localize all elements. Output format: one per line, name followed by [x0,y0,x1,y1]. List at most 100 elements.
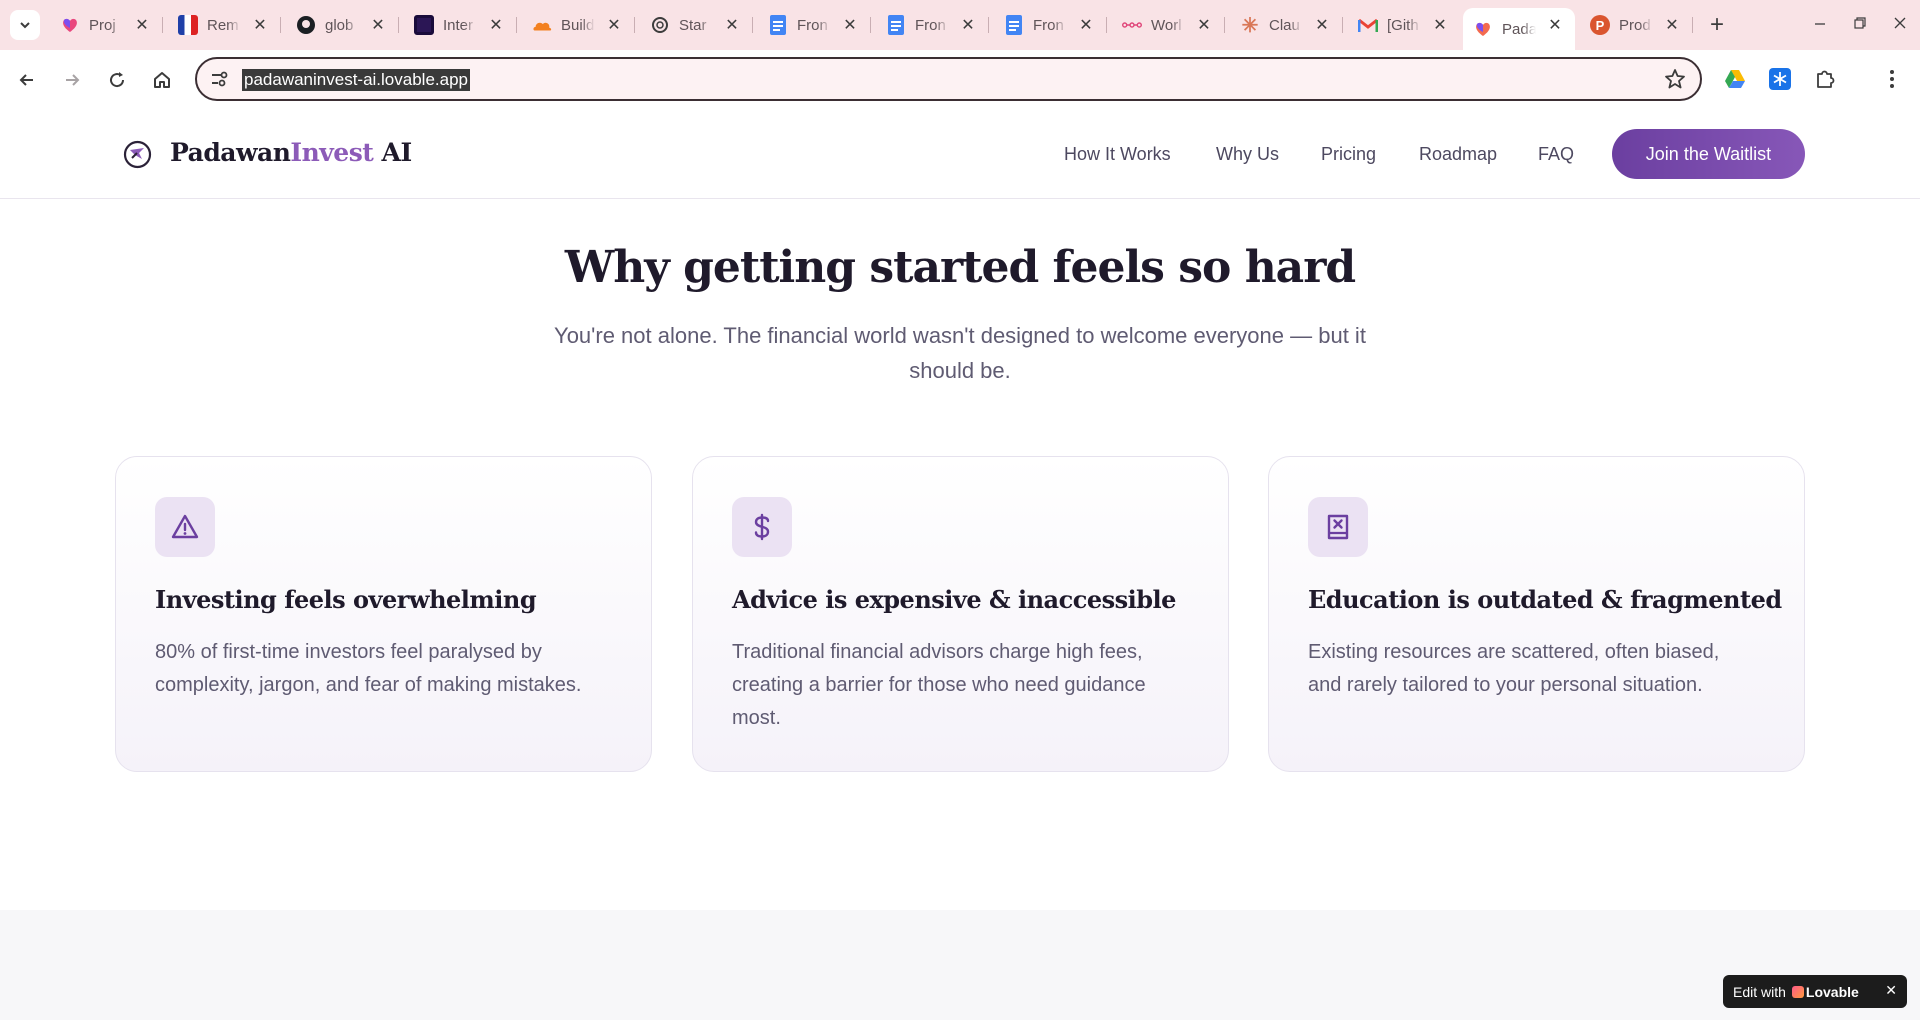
close-icon[interactable]: ✕ [1662,15,1682,35]
close-icon [1894,17,1906,29]
book-x-icon [1327,514,1349,540]
close-icon[interactable]: ✕ [1076,15,1096,35]
lovable-heart-icon [1473,19,1493,39]
browser-tab[interactable]: ✳ Clau ✕ [1230,8,1343,42]
restore-icon [1854,17,1866,29]
minimize-button[interactable] [1800,8,1840,38]
snowflake-extension[interactable] [1765,64,1795,94]
warning-triangle-icon [171,514,199,539]
tab-title: Fron [797,16,828,34]
close-window-button[interactable] [1880,8,1920,38]
lovable-heart-icon [60,15,80,35]
tab-title: Rem [207,16,239,34]
browser-tab[interactable]: Rem ✕ [168,8,281,42]
close-icon[interactable]: ✕ [1545,15,1565,35]
home-icon [154,72,170,88]
card-title: Investing feels overwhelming [155,585,537,614]
chevron-down-icon [20,22,30,29]
tab-search-button[interactable] [10,10,40,40]
tab-title: Prod [1619,16,1651,34]
join-waitlist-button[interactable]: Join the Waitlist [1612,129,1805,179]
close-icon[interactable]: ✕ [132,15,152,35]
problem-card: Advice is expensive & inaccessible Tradi… [692,456,1229,772]
snowflake-icon [1769,68,1791,90]
close-icon[interactable]: ✕ [1885,982,1897,999]
close-icon[interactable]: ✕ [604,15,624,35]
nav-how-it-works[interactable]: How It Works [1064,144,1171,165]
browser-tab[interactable]: Inter ✕ [404,8,517,42]
gmail-icon [1358,15,1378,35]
nav-pricing[interactable]: Pricing [1321,144,1376,165]
google-docs-icon [1004,15,1024,35]
edit-with-lovable-badge[interactable]: Edit with Lovable ✕ [1723,975,1907,1008]
card-text: Traditional financial advisors charge hi… [732,641,1146,729]
browser-tab[interactable]: Fron ✕ [758,8,871,42]
browser-tab[interactable]: Worl ✕ [1112,8,1225,42]
browser-tab[interactable]: Fron ✕ [876,8,989,42]
bookmark-star-icon[interactable] [1664,68,1686,90]
close-icon[interactable]: ✕ [1430,15,1450,35]
plus-icon: + [1709,11,1724,38]
minimize-icon [1815,23,1825,25]
browser-tab[interactable]: P Prod ✕ [1580,8,1693,42]
card-icon-badge [732,497,792,557]
tab-title: Proj [89,16,116,34]
brand-name[interactable]: PadawanInvest AI [170,138,412,167]
nav-faq[interactable]: FAQ [1538,144,1574,165]
address-bar[interactable]: padawaninvest-ai.lovable.app [195,57,1702,101]
workflow-icon [1122,15,1142,35]
browser-tab[interactable]: Star ✕ [640,8,753,42]
brand-primary: Padawan [170,138,291,167]
tab-title: Fron [1033,16,1064,34]
flag-icon [178,15,198,35]
card-title: Advice is expensive & inaccessible [732,585,1176,614]
logo-icon[interactable] [123,140,152,169]
section-title: Why getting started feels so hard [564,242,1356,293]
restore-button[interactable] [1840,8,1880,38]
puzzle-icon [1817,70,1835,88]
google-drive-extension[interactable] [1720,64,1750,94]
close-icon[interactable]: ✕ [250,15,270,35]
nav-why-us[interactable]: Why Us [1216,144,1279,165]
browser-tab[interactable]: Proj ✕ [50,8,163,42]
browser-tab[interactable]: [Gith ✕ [1348,8,1460,42]
lovable-heart-icon [1791,985,1804,998]
site-settings-icon[interactable] [209,69,229,89]
section-subtitle: You're not alone. The financial world wa… [554,323,1366,383]
close-icon[interactable]: ✕ [840,15,860,35]
close-icon[interactable]: ✕ [722,15,742,35]
reload-icon [110,72,125,88]
card-icon-badge [155,497,215,557]
tab-title: Star [679,16,707,34]
close-icon[interactable]: ✕ [1312,15,1332,35]
extensions-button[interactable] [1810,64,1840,94]
card-title: Education is outdated & fragmented [1308,585,1782,614]
new-tab-button[interactable]: + [1702,10,1732,40]
forward-button[interactable] [56,64,88,96]
producthunt-icon: P [1590,15,1610,35]
browser-tab[interactable]: Fron ✕ [994,8,1107,42]
tab-title: Worl [1151,16,1182,34]
browser-tab[interactable]: Build ✕ [522,8,635,42]
problem-card: Education is outdated & fragmented Exist… [1268,456,1805,772]
close-icon[interactable]: ✕ [368,15,388,35]
card-text: 80% of first-time investors feel paralys… [155,641,582,696]
close-icon[interactable]: ✕ [486,15,506,35]
badge-prefix: Edit with [1733,983,1786,1000]
home-button[interactable] [146,64,178,96]
openai-icon [650,15,670,35]
nav-roadmap[interactable]: Roadmap [1419,144,1497,165]
github-icon [296,15,316,35]
reload-button[interactable] [101,64,133,96]
browser-tab-active[interactable]: Pada ✕ [1463,8,1575,50]
browser-tab[interactable]: glob ✕ [286,8,399,42]
tab-title: [Gith [1387,16,1419,34]
browser-menu-button[interactable] [1877,64,1907,94]
close-icon[interactable]: ✕ [1194,15,1214,35]
close-icon[interactable]: ✕ [958,15,978,35]
tab-title: Fron [915,16,946,34]
card-icon-badge [1308,497,1368,557]
back-button[interactable] [11,64,43,96]
google-docs-icon [886,15,906,35]
url-text[interactable]: padawaninvest-ai.lovable.app [242,69,470,91]
